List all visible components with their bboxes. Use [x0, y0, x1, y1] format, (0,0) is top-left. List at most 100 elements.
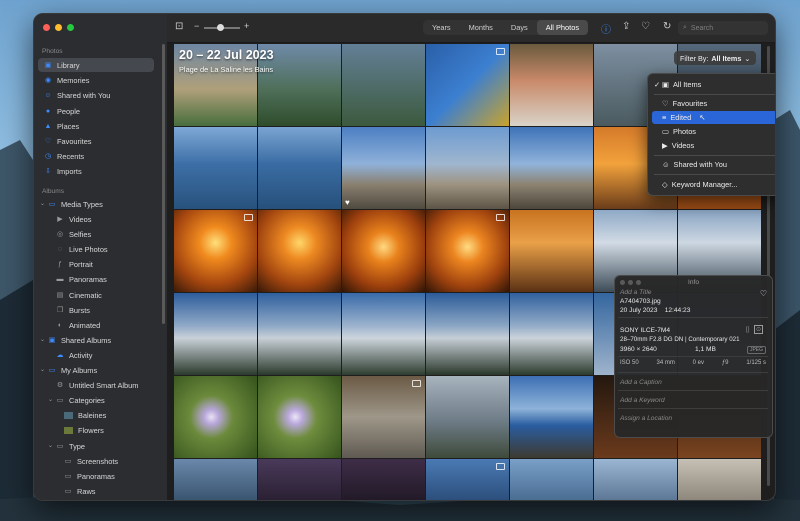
sidebar-item-label: Panoramas [77, 471, 115, 481]
photo-thumbnail[interactable]: ♥ [342, 127, 425, 209]
sidebar-item-live-photos[interactable]: ◌ Live Photos [50, 242, 166, 256]
zoom-button[interactable] [67, 24, 74, 31]
sidebar-item-type[interactable]: ▭ Type [50, 439, 166, 453]
info-icon[interactable]: ⓘ [601, 21, 611, 36]
photo-thumbnail[interactable] [510, 293, 593, 375]
photo-thumbnail[interactable] [594, 459, 677, 500]
menu-item-all-items[interactable]: ✓ ▣ All Items [652, 78, 775, 91]
photo-thumbnail[interactable] [678, 459, 761, 500]
photo-thumbnail[interactable] [426, 376, 509, 458]
zoom-slider-knob[interactable] [217, 24, 224, 31]
tab-days[interactable]: Days [502, 20, 537, 35]
sidebar-item-shared-albums[interactable]: ▣ Shared Albums [42, 333, 158, 347]
photo-thumbnail[interactable] [342, 293, 425, 375]
dimensions: 3960 × 2640 [620, 346, 657, 353]
photo-thumbnail[interactable] [342, 459, 425, 500]
minimize-button[interactable] [55, 24, 62, 31]
sidebar-toggle-icon[interactable]: ⊡ [175, 21, 183, 32]
menu-divider [654, 94, 775, 95]
share-icon[interactable]: ⇪ [622, 21, 630, 32]
photo-thumbnail[interactable] [258, 459, 341, 500]
photo-thumbnail[interactable] [510, 127, 593, 209]
photo-thumbnail[interactable] [342, 44, 425, 126]
menu-item-keyword-manager[interactable]: ◇ Keyword Manager... [652, 178, 775, 191]
sidebar-item-people[interactable]: ● People [38, 104, 154, 118]
menu-item-photos[interactable]: ▭ Photos [652, 125, 775, 138]
favourite-heart-icon[interactable]: ♡ [641, 21, 650, 32]
filter-label: Filter By: [680, 53, 709, 63]
sidebar-item-my-albums[interactable]: ▭ My Albums [42, 363, 158, 377]
photo-thumbnail[interactable] [510, 376, 593, 458]
photo-thumbnail[interactable] [426, 44, 509, 126]
sidebar-item-label: Cinematic [69, 290, 102, 300]
sidebar-item-cinematic[interactable]: ▤ Cinematic [50, 288, 166, 302]
tab-months[interactable]: Months [460, 20, 502, 35]
sidebar-item-shared-with-you[interactable]: ☺ Shared with You [38, 88, 154, 102]
photo-thumbnail[interactable] [426, 459, 509, 500]
close-button[interactable] [43, 24, 50, 31]
menu-item-shared-with-you[interactable]: ☺ Shared with You [652, 158, 775, 171]
tab-all-photos[interactable]: All Photos [536, 20, 589, 35]
photo-thumbnail[interactable] [510, 210, 593, 292]
sidebar-item-label: Baleines [78, 410, 107, 420]
filter-by-button[interactable]: Filter By: All Items ⌄ [674, 51, 757, 65]
sidebar-item-label: My Albums [61, 365, 98, 375]
sidebar-item-panoramas-album[interactable]: ▭ Panoramas [58, 469, 158, 483]
zoom-in-button[interactable]: + [244, 21, 249, 31]
menu-item-videos[interactable]: ▶ Videos [652, 139, 775, 152]
sidebar-item-screenshots[interactable]: ▭ Screenshots [58, 454, 158, 468]
photo-thumbnail[interactable] [426, 210, 509, 292]
photo-thumbnail[interactable] [174, 210, 257, 292]
sidebar-item-memories[interactable]: ◉ Memories [38, 73, 154, 87]
sidebar-item-videos[interactable]: ▶ Videos [50, 212, 166, 226]
sidebar-item-animated[interactable]: ◐ Animated [50, 318, 166, 332]
tab-years[interactable]: Years [423, 20, 460, 35]
photo-thumbnail[interactable] [258, 376, 341, 458]
sidebar-item-raws[interactable]: ▭ Raws [58, 484, 158, 498]
search-field[interactable]: ⌕ Search [678, 21, 768, 35]
add-caption-field[interactable]: Add a Caption [620, 379, 662, 386]
photo-thumbnail[interactable] [342, 210, 425, 292]
photo-thumbnail[interactable] [258, 127, 341, 209]
sidebar-scrollbar[interactable] [162, 44, 165, 324]
zoom-out-button[interactable]: − [194, 21, 199, 31]
capture-datetime: 20 July 2023 12:44:23 [620, 307, 691, 314]
sidebar-item-flowers[interactable]: Flowers [58, 423, 158, 437]
photo-thumbnail[interactable] [174, 459, 257, 500]
sidebar-item-categories[interactable]: ▭ Categories [50, 393, 166, 407]
rotate-icon[interactable]: ↻ [663, 21, 671, 32]
info-panel-header[interactable]: Info [615, 276, 772, 288]
sidebar-item-portrait[interactable]: ƒ Portrait [50, 257, 166, 271]
menu-item-edited[interactable]: ≡ Edited ↖ [652, 111, 775, 124]
sidebar-item-places[interactable]: ▲ Places [38, 119, 154, 133]
sidebar-item-baleines[interactable]: Baleines [58, 408, 158, 422]
assign-location-field[interactable]: Assign a Location [620, 415, 672, 422]
add-title-field[interactable]: Add a Title [620, 289, 651, 296]
folder-icon: ▭ [56, 397, 64, 404]
add-keyword-field[interactable]: Add a Keyword [620, 397, 665, 404]
sidebar-item-bursts[interactable]: ❒ Bursts [50, 303, 166, 317]
import-icon: ⇩ [45, 168, 51, 175]
sidebar-item-untitled-smart-album[interactable]: ⚙ Untitled Smart Album [50, 378, 166, 392]
photo-thumbnail[interactable] [258, 293, 341, 375]
photo-thumbnail[interactable] [342, 376, 425, 458]
photo-thumbnail[interactable] [510, 459, 593, 500]
sidebar-item-favourites[interactable]: ♡ Favourites [38, 134, 154, 148]
sidebar-item-activity[interactable]: ☁ Activity [50, 348, 166, 362]
photo-thumbnail[interactable] [174, 127, 257, 209]
favourite-heart-icon[interactable]: ♡ [760, 289, 767, 298]
sidebar-item-library[interactable]: ▣ Library [38, 58, 154, 72]
photo-thumbnail[interactable] [510, 44, 593, 126]
photo-thumbnail[interactable] [426, 127, 509, 209]
sidebar-item-media-types[interactable]: ▭ Media Types [42, 197, 158, 211]
photo-thumbnail[interactable] [258, 210, 341, 292]
sidebar-item-label: Library [57, 60, 80, 70]
photo-thumbnail[interactable] [426, 293, 509, 375]
sidebar-item-selfies[interactable]: ◎ Selfies [50, 227, 166, 241]
photo-thumbnail[interactable] [174, 376, 257, 458]
sidebar-item-panoramas[interactable]: ▬ Panoramas [50, 272, 166, 286]
sidebar-item-imports[interactable]: ⇩ Imports [38, 164, 154, 178]
menu-item-favourites[interactable]: ♡ Favourites [652, 97, 775, 110]
sidebar-item-recents[interactable]: ◷ Recents [38, 149, 154, 163]
photo-thumbnail[interactable] [174, 293, 257, 375]
